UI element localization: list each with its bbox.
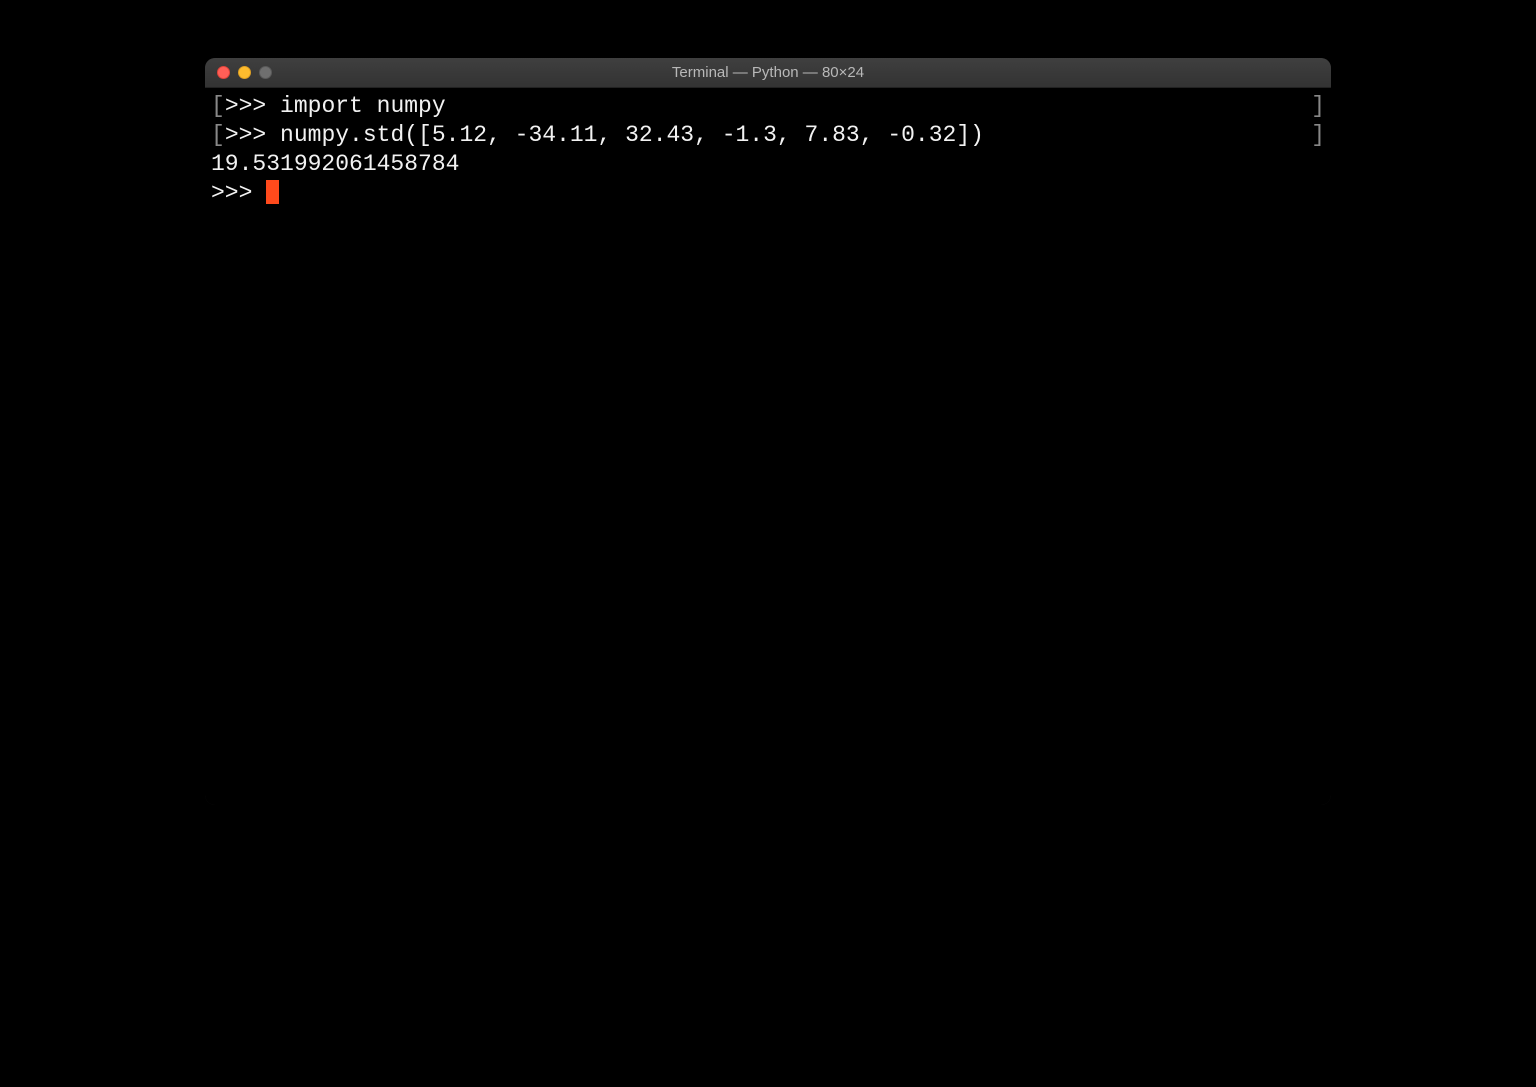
output-text: 19.531992061458784 [211, 151, 459, 177]
command-text: numpy.std([5.12, -34.11, 32.43, -1.3, 7.… [280, 122, 984, 148]
title-bar[interactable]: Terminal — Python — 80×24 [205, 58, 1331, 88]
terminal-line: [>>> import numpy] [211, 92, 1325, 121]
terminal-window: Terminal — Python — 80×24 [>>> import nu… [205, 58, 1331, 805]
prompt: >>> [211, 180, 266, 206]
terminal-body[interactable]: [>>> import numpy] [>>> numpy.std([5.12,… [205, 88, 1331, 805]
bracket-right: ] [1311, 121, 1325, 150]
traffic-lights [205, 66, 272, 79]
terminal-line: [>>> numpy.std([5.12, -34.11, 32.43, -1.… [211, 121, 1325, 150]
bracket-left: [ [211, 93, 225, 119]
bracket-left: [ [211, 122, 225, 148]
minimize-icon[interactable] [238, 66, 251, 79]
terminal-line: 19.531992061458784 [211, 150, 1325, 179]
terminal-line: >>> [211, 179, 1325, 208]
command-text: import numpy [280, 93, 446, 119]
zoom-icon[interactable] [259, 66, 272, 79]
close-icon[interactable] [217, 66, 230, 79]
bracket-right: ] [1311, 92, 1325, 121]
cursor [266, 180, 279, 204]
prompt: >>> [225, 122, 280, 148]
prompt: >>> [225, 93, 280, 119]
window-title: Terminal — Python — 80×24 [672, 64, 864, 81]
